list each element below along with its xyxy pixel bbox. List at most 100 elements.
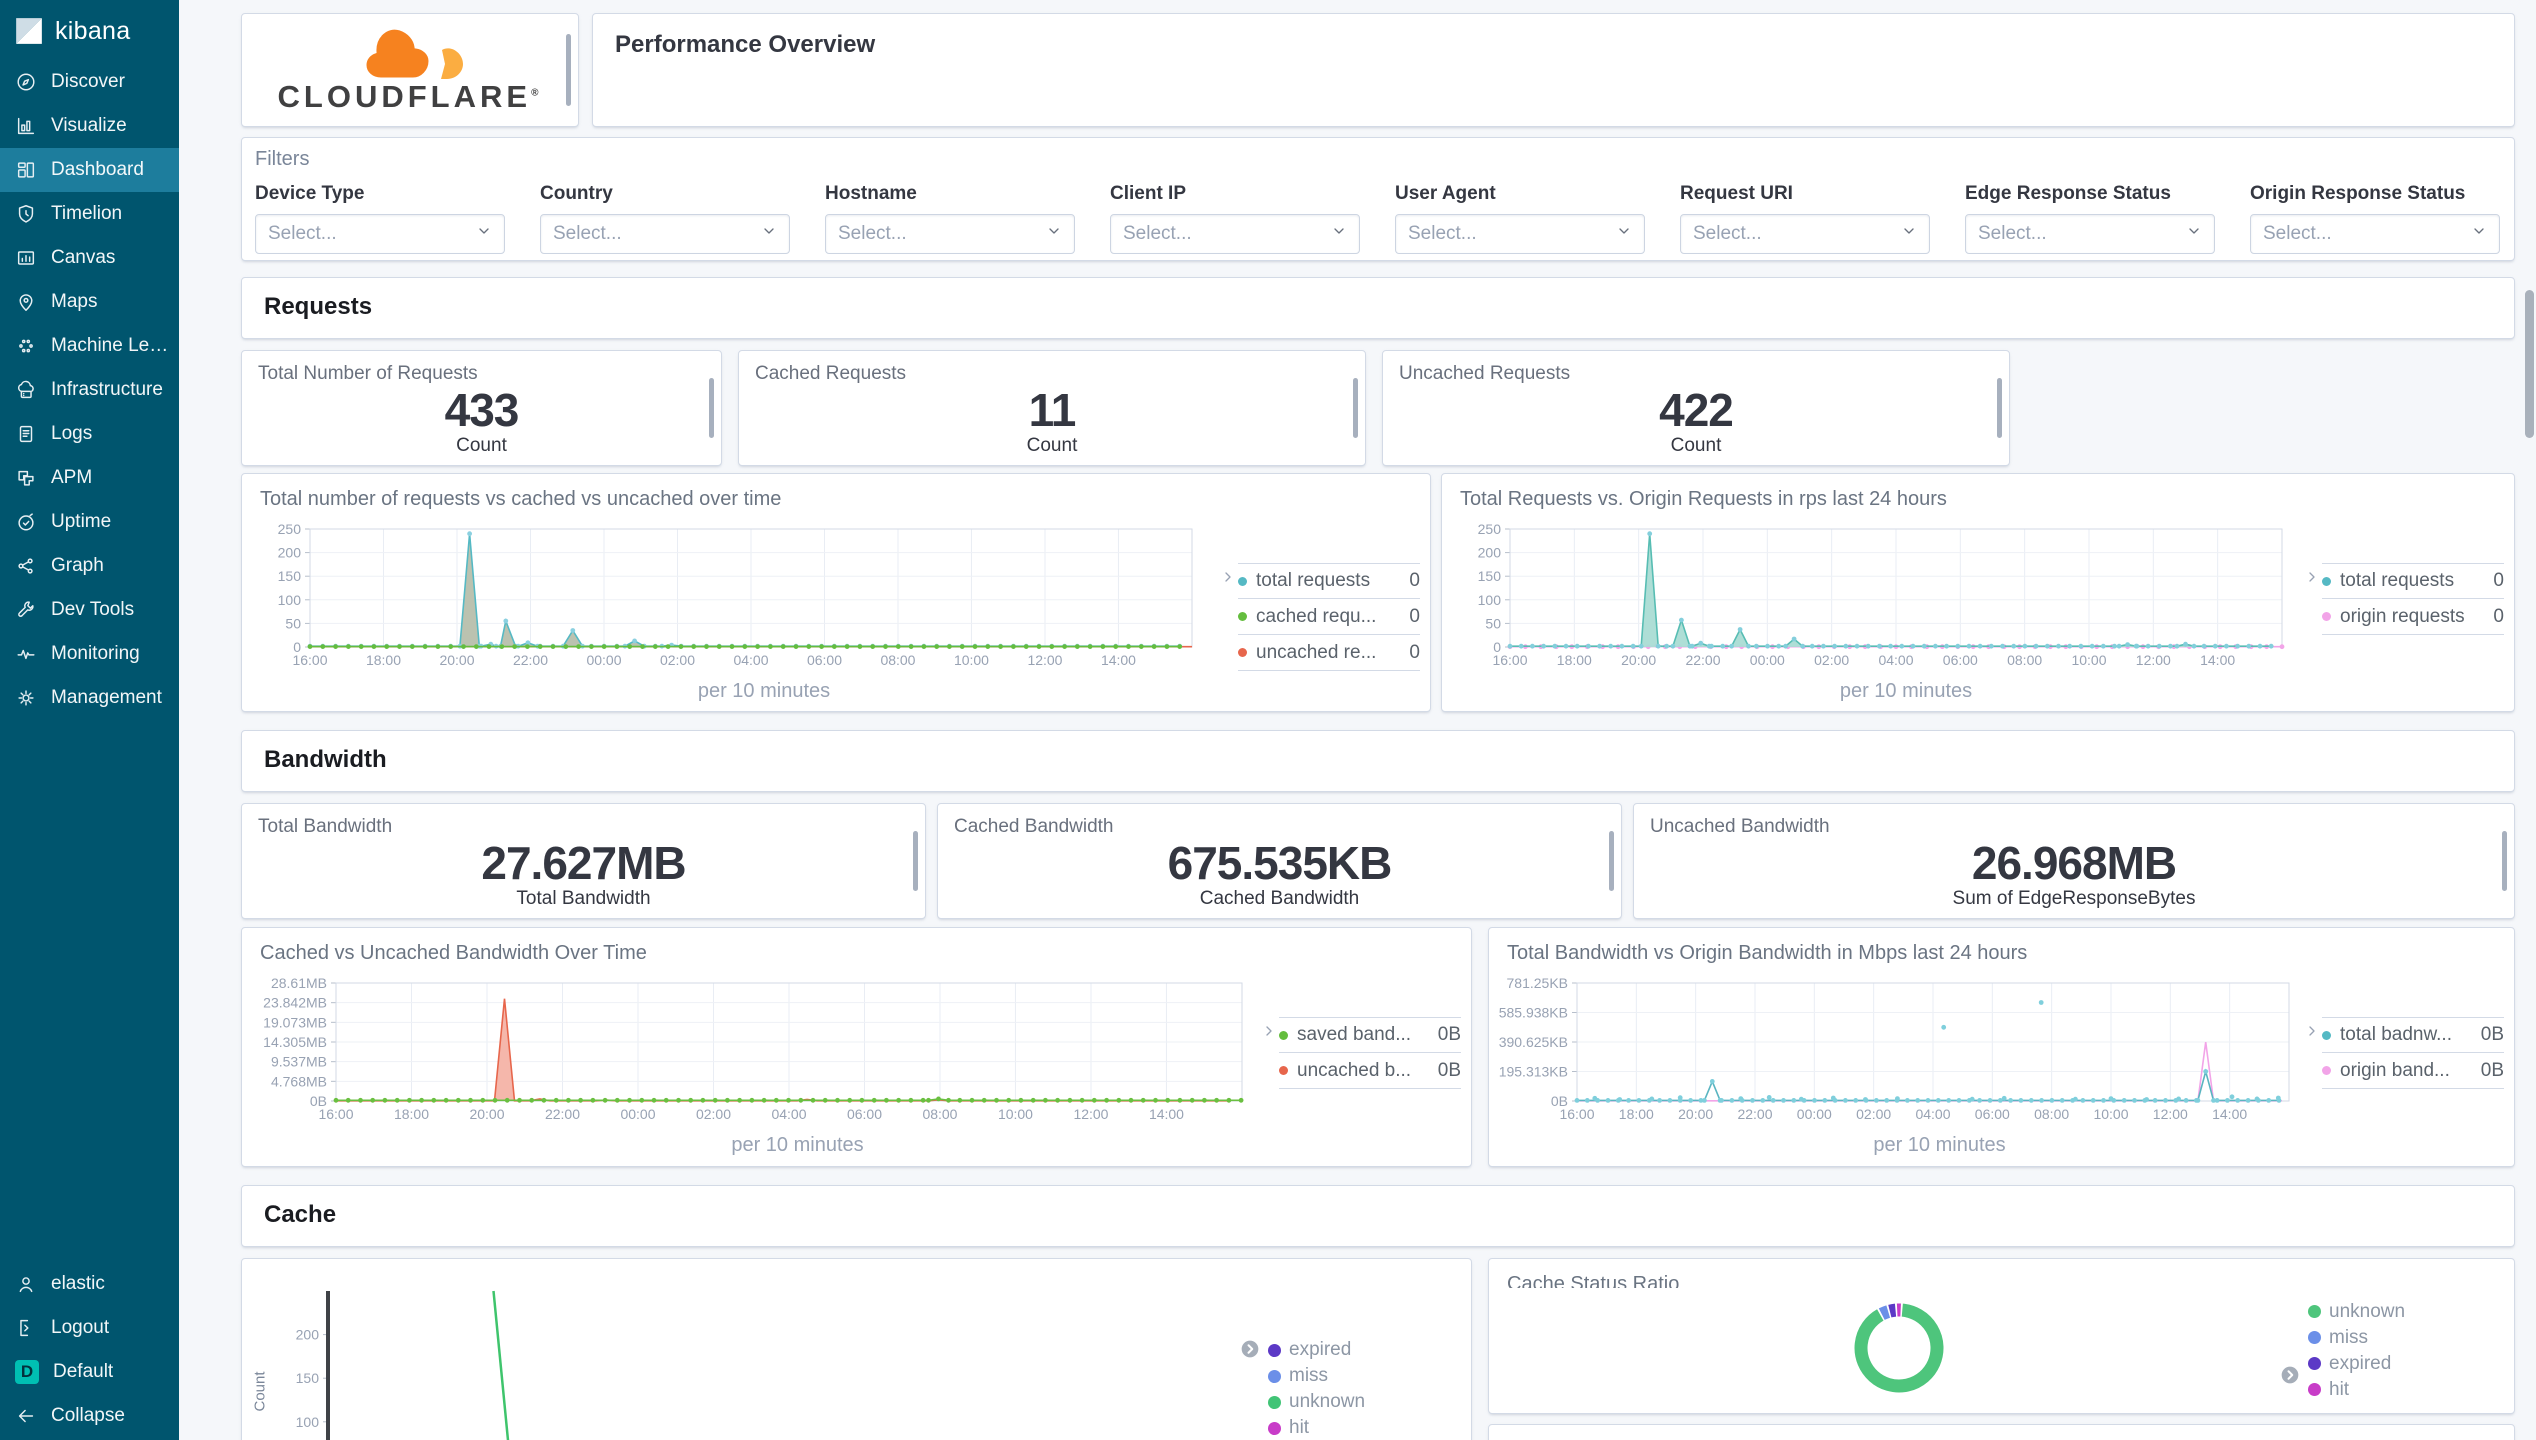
devtools-icon <box>15 599 37 621</box>
select-placeholder: Select... <box>1408 223 1477 244</box>
legend-item-unknown[interactable]: unknown <box>1268 1389 1471 1415</box>
filter-hostname: Hostname Select... <box>825 183 1075 254</box>
svg-text:00:00: 00:00 <box>1797 1106 1832 1122</box>
sidebar-item-visualize[interactable]: Visualize <box>0 104 179 148</box>
legend-item-total-requests[interactable]: total requests 0 <box>1238 563 1420 599</box>
svg-text:200: 200 <box>278 545 302 561</box>
legend-item-hit[interactable]: hit <box>1268 1415 1471 1440</box>
svg-text:4.768MB: 4.768MB <box>271 1073 327 1089</box>
total-vs-origin-rps-chart[interactable]: 16:00 18:00 20:00 22:00 00:00 02:00 04:00 06:00… <box>1452 521 2302 678</box>
legend-item-unknown[interactable]: unknown <box>2308 1299 2514 1325</box>
panel-drag-handle[interactable] <box>1609 831 1614 891</box>
legend-swatch <box>2322 1030 2331 1040</box>
svg-text:20:00: 20:00 <box>439 652 474 668</box>
legend-item-miss[interactable]: miss <box>2308 1325 2514 1351</box>
sidebar-item-graph[interactable]: Graph <box>0 544 179 588</box>
sidebar-item-elastic[interactable]: elastic <box>0 1262 179 1306</box>
legend-label: uncached b... <box>1297 1059 1412 1081</box>
legend-item-cached-requ[interactable]: cached requ... 0 <box>1238 599 1420 635</box>
legend-swatch <box>1268 1343 1281 1357</box>
panel-drag-handle[interactable] <box>1353 378 1358 438</box>
svg-text:200: 200 <box>1478 545 1502 561</box>
sidebar-item-timelion[interactable]: Timelion <box>0 192 179 236</box>
page-scrollbar[interactable] <box>2524 0 2535 1440</box>
svg-text:06:00: 06:00 <box>847 1106 882 1122</box>
legend-item-expired[interactable]: expired <box>1268 1337 1471 1363</box>
select-placeholder: Select... <box>2263 223 2332 244</box>
requests-over-time-chart[interactable]: 16:00 18:00 20:00 22:00 00:00 02:00 04:00 06:00… <box>252 521 1218 678</box>
legend-label: total requests <box>2340 570 2455 591</box>
svg-text:14:00: 14:00 <box>1101 652 1136 668</box>
client-ip-select[interactable]: Select... <box>1110 214 1360 254</box>
cached-vs-uncached-bandwidth-chart[interactable]: 16:00 18:00 20:00 22:00 00:00 02:00 04:00 06:00… <box>252 975 1259 1132</box>
origin-response-status-select[interactable]: Select... <box>2250 214 2500 254</box>
sidebar-item-label: APM <box>51 467 93 488</box>
user-agent-select[interactable]: Select... <box>1395 214 1645 254</box>
legend-item-total-badnw[interactable]: total badnw... 0B <box>2322 1017 2504 1053</box>
sidebar-item-infrastructure[interactable]: Infrastructure <box>0 368 179 412</box>
total-vs-origin-bandwidth-chart[interactable]: 16:00 18:00 20:00 22:00 00:00 02:00 04:00 06:00… <box>1499 975 2302 1132</box>
metric-cached-requests: Cached Requests 11 Count <box>738 350 1366 466</box>
request-uri-select[interactable]: Select... <box>1680 214 1930 254</box>
sidebar-item-management[interactable]: Management <box>0 676 179 720</box>
device-type-select[interactable]: Select... <box>255 214 505 254</box>
svg-text:100: 100 <box>1478 592 1502 608</box>
panel-drag-handle[interactable] <box>2502 831 2507 891</box>
country-select[interactable]: Select... <box>540 214 790 254</box>
svg-text:18:00: 18:00 <box>1619 1106 1654 1122</box>
sidebar-item-discover[interactable]: Discover <box>0 60 179 104</box>
cache-status-ratio-chart[interactable] <box>1839 1288 1959 1413</box>
legend-item-total-requests[interactable]: total requests 0 <box>2322 563 2504 599</box>
panel-drag-handle[interactable] <box>913 831 918 891</box>
scrollbar-thumb[interactable] <box>2525 290 2534 438</box>
hostname-select[interactable]: Select... <box>825 214 1075 254</box>
edge-response-status-select[interactable]: Select... <box>1965 214 2215 254</box>
chevron-down-icon <box>2471 223 2487 245</box>
sidebar-item-logout[interactable]: Logout <box>0 1306 179 1350</box>
filter-user-agent: User Agent Select... <box>1395 183 1645 254</box>
sidebar-item-dashboard[interactable]: Dashboard <box>0 148 179 192</box>
legend-item-uncached-re[interactable]: uncached re... 0 <box>1238 635 1420 671</box>
page-title: Performance Overview <box>615 31 876 58</box>
sidebar-item-machine-le[interactable]: Machine Le… <box>0 324 179 368</box>
x-axis-label: per 10 minutes <box>1873 1134 2006 1156</box>
legend-item-expired[interactable]: expired <box>2308 1351 2514 1377</box>
cached-vs-uncached-bandwidth-panel: Cached vs Uncached Bandwidth Over Time 1… <box>241 927 1472 1167</box>
sidebar-item-dev-tools[interactable]: Dev Tools <box>0 588 179 632</box>
legend-label: expired <box>1289 1339 1352 1360</box>
requests-section-header: Requests <box>241 277 2515 339</box>
bandwidth-section-header: Bandwidth <box>241 730 2515 792</box>
sidebar-item-label: Monitoring <box>51 643 140 664</box>
panel-drag-handle[interactable] <box>709 378 714 438</box>
legend-expand-icon[interactable] <box>2280 1365 2300 1385</box>
sidebar-item-default[interactable]: D Default <box>0 1350 179 1394</box>
filter-origin-response-status: Origin Response Status Select... <box>2250 183 2500 254</box>
sidebar-item-apm[interactable]: APM <box>0 456 179 500</box>
sidebar-item-collapse[interactable]: Collapse <box>0 1394 179 1438</box>
legend-item-hit[interactable]: hit <box>2308 1377 2514 1403</box>
chevron-right-icon <box>1220 569 1236 585</box>
sidebar-item-maps[interactable]: Maps <box>0 280 179 324</box>
sidebar-item-uptime[interactable]: Uptime <box>0 500 179 544</box>
kibana-logo[interactable]: kibana <box>0 0 179 60</box>
legend-item-miss[interactable]: miss <box>1268 1363 1471 1389</box>
legend-item-saved-band[interactable]: saved band... 0B <box>1279 1017 1461 1053</box>
legend-item-uncached-b[interactable]: uncached b... 0B <box>1279 1053 1461 1089</box>
sidebar-item-canvas[interactable]: Canvas <box>0 236 179 280</box>
panel-drag-handle[interactable] <box>566 34 571 106</box>
chart-legend: total badnw... 0B origin band... 0B <box>2302 965 2514 1166</box>
legend-value: 0B <box>2480 1059 2504 1081</box>
filter-label: Request URI <box>1680 183 1793 204</box>
sidebar-item-monitoring[interactable]: Monitoring <box>0 632 179 676</box>
chevron-down-icon <box>1331 223 1347 245</box>
cache-status-over-time-chart[interactable]: 200150100500 <box>278 1283 1268 1440</box>
sidebar-item-logs[interactable]: Logs <box>0 412 179 456</box>
compass-icon <box>15 71 37 93</box>
legend-item-origin-band[interactable]: origin band... 0B <box>2322 1053 2504 1089</box>
legend-item-origin-requests[interactable]: origin requests 0 <box>2322 599 2504 635</box>
metric-value: 422 <box>1659 384 1734 436</box>
panel-drag-handle[interactable] <box>1997 378 2002 438</box>
filter-label: Hostname <box>825 183 917 204</box>
select-placeholder: Select... <box>1693 223 1762 244</box>
legend-expand-icon[interactable] <box>1240 1339 1260 1359</box>
